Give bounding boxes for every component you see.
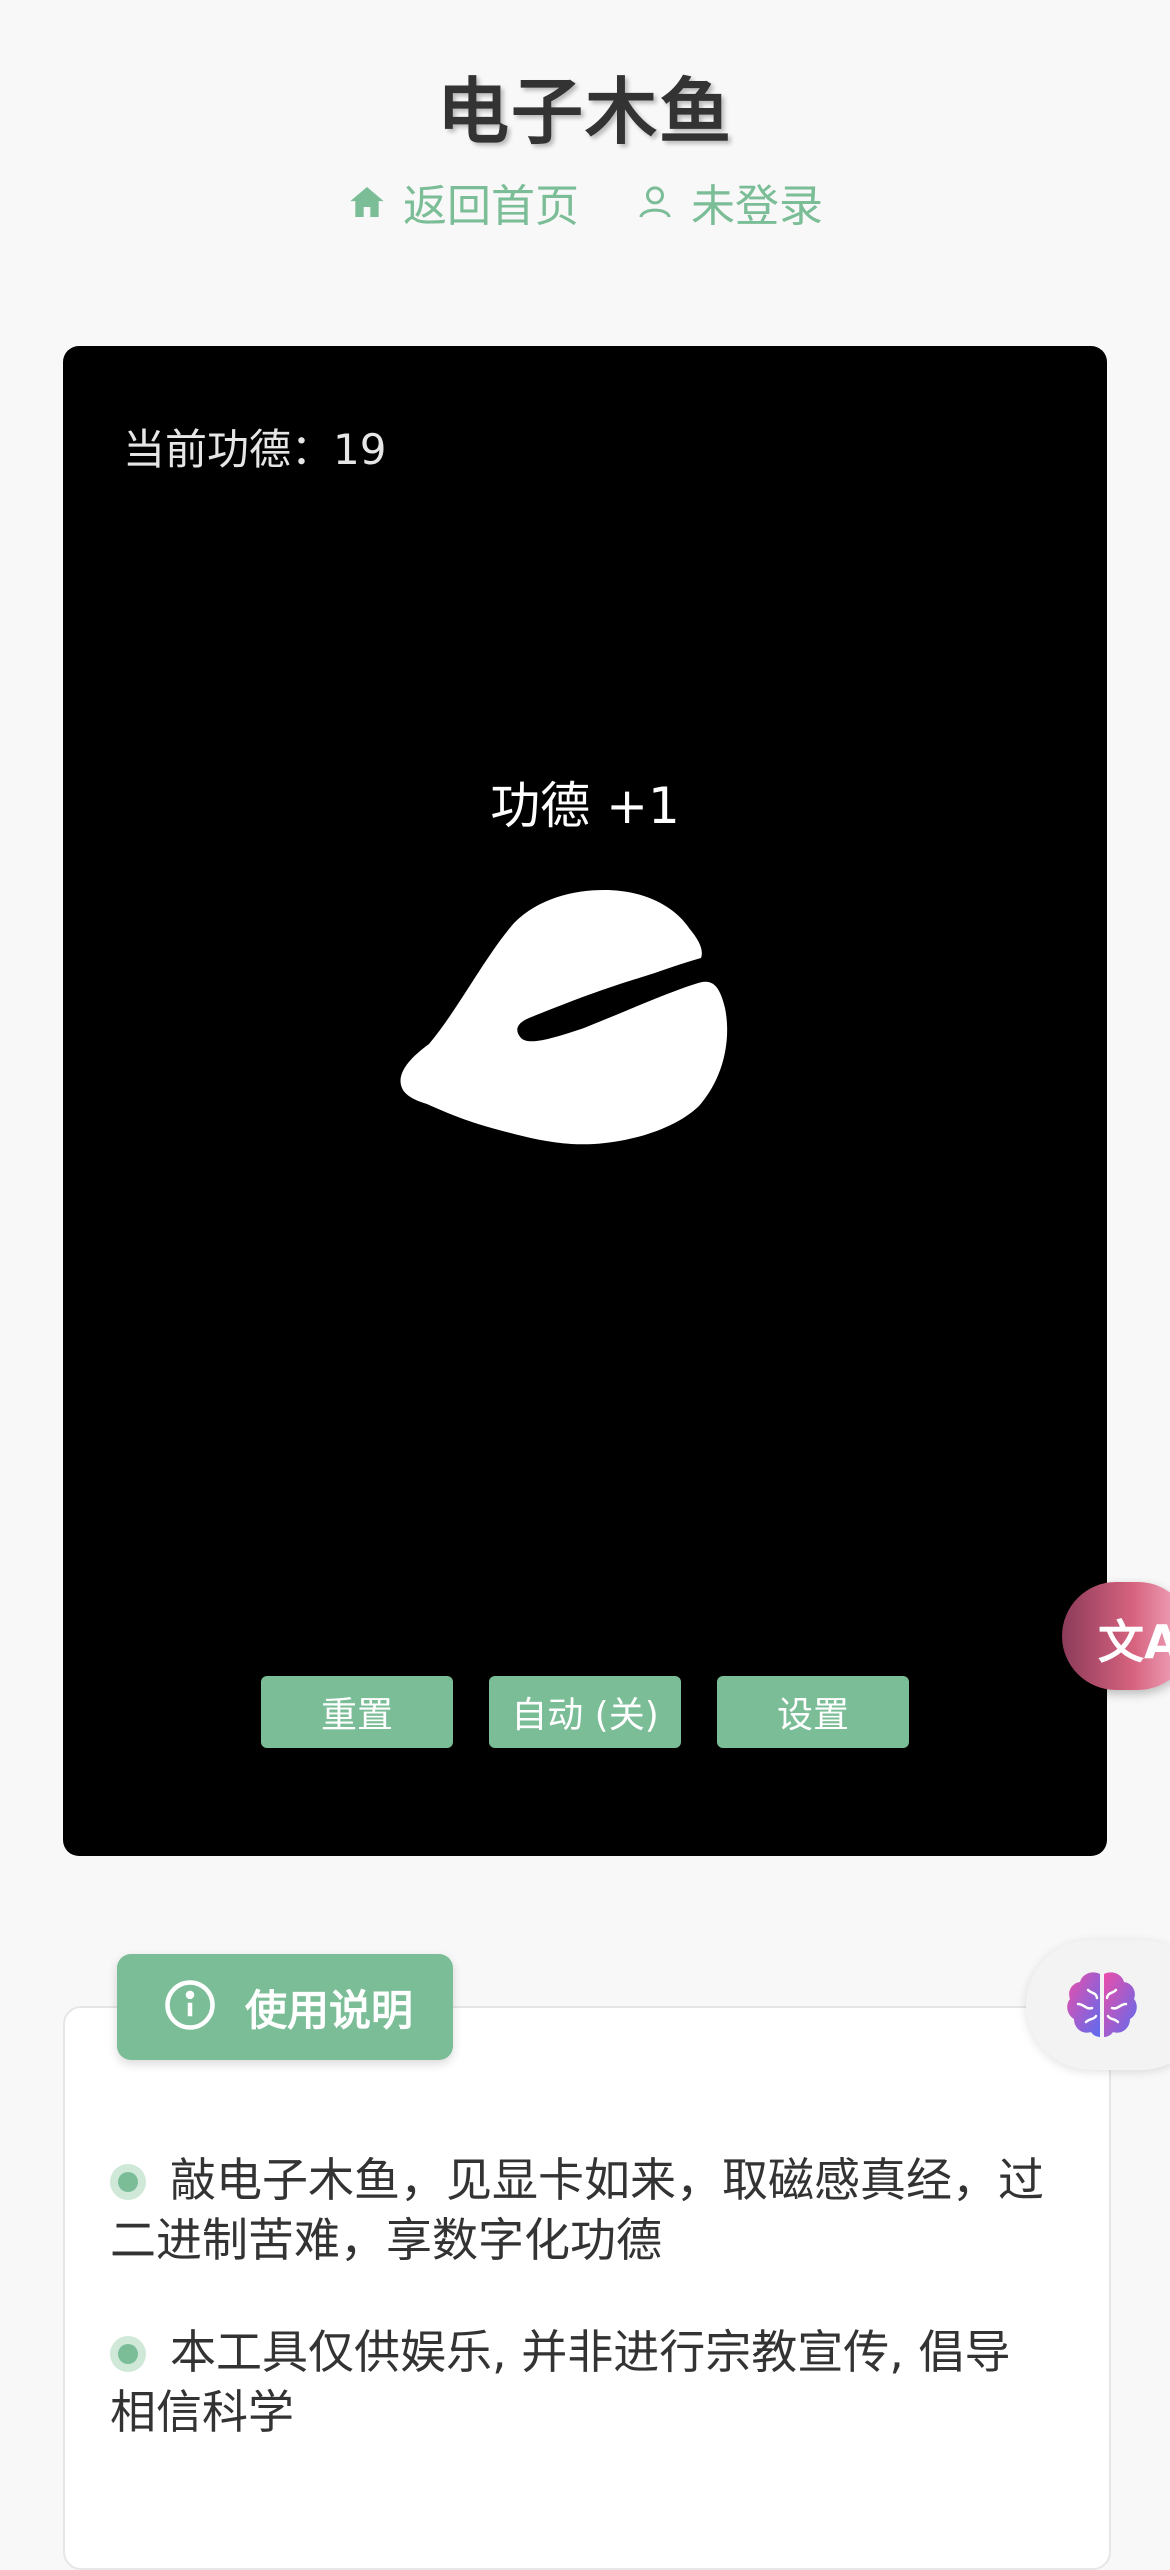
- translate-button[interactable]: 文A: [1062, 1582, 1170, 1690]
- translate-icon: 文A: [1098, 1615, 1170, 1669]
- usage-tab: 使用说明: [117, 1954, 453, 2060]
- login-status-label: 未登录: [691, 181, 823, 232]
- merit-plus-text: 功德 +1: [490, 777, 680, 835]
- stage-controls: 重置 自动 (关) 设置: [63, 1676, 1107, 1748]
- bullet-icon: [110, 2336, 146, 2372]
- bullet-icon: [110, 2164, 146, 2200]
- reset-button[interactable]: 重置: [261, 1676, 453, 1748]
- settings-button[interactable]: 设置: [717, 1676, 909, 1748]
- woodfish-stage: 当前功德：19 功德 +1 重置 自动 (关) 设置: [63, 346, 1107, 1856]
- usage-list: 敲电子木鱼，见显卡如来，取磁感真经，过二进制苦难，享数字化功德 本工具仅供娱乐,…: [110, 2150, 1050, 2494]
- home-link[interactable]: 返回首页: [347, 170, 579, 234]
- page-header: 电子木鱼 返回首页 未登录: [0, 64, 1170, 234]
- login-status-link[interactable]: 未登录: [635, 170, 823, 234]
- home-icon: [347, 182, 387, 222]
- list-item-text: 本工具仅供娱乐, 并非进行宗教宣传, 倡导相信科学: [110, 2325, 1011, 2439]
- auto-toggle-button[interactable]: 自动 (关): [489, 1676, 681, 1748]
- home-link-label: 返回首页: [403, 181, 579, 232]
- merit-counter: 当前功德：19: [123, 425, 387, 474]
- list-item: 敲电子木鱼，见显卡如来，取磁感真经，过二进制苦难，享数字化功德: [110, 2150, 1050, 2270]
- user-icon: [635, 182, 675, 222]
- list-item-text: 敲电子木鱼，见显卡如来，取磁感真经，过二进制苦难，享数字化功德: [110, 2153, 1044, 2267]
- list-item: 本工具仅供娱乐, 并非进行宗教宣传, 倡导相信科学: [110, 2322, 1050, 2442]
- page-title: 电子木鱼: [436, 70, 733, 154]
- info-icon: [163, 1978, 217, 2036]
- woodfish-icon[interactable]: [389, 868, 849, 1168]
- ai-assistant-button[interactable]: [1026, 1940, 1170, 2070]
- usage-title: 使用说明: [245, 1985, 414, 2035]
- top-nav: 返回首页 未登录: [0, 170, 1170, 234]
